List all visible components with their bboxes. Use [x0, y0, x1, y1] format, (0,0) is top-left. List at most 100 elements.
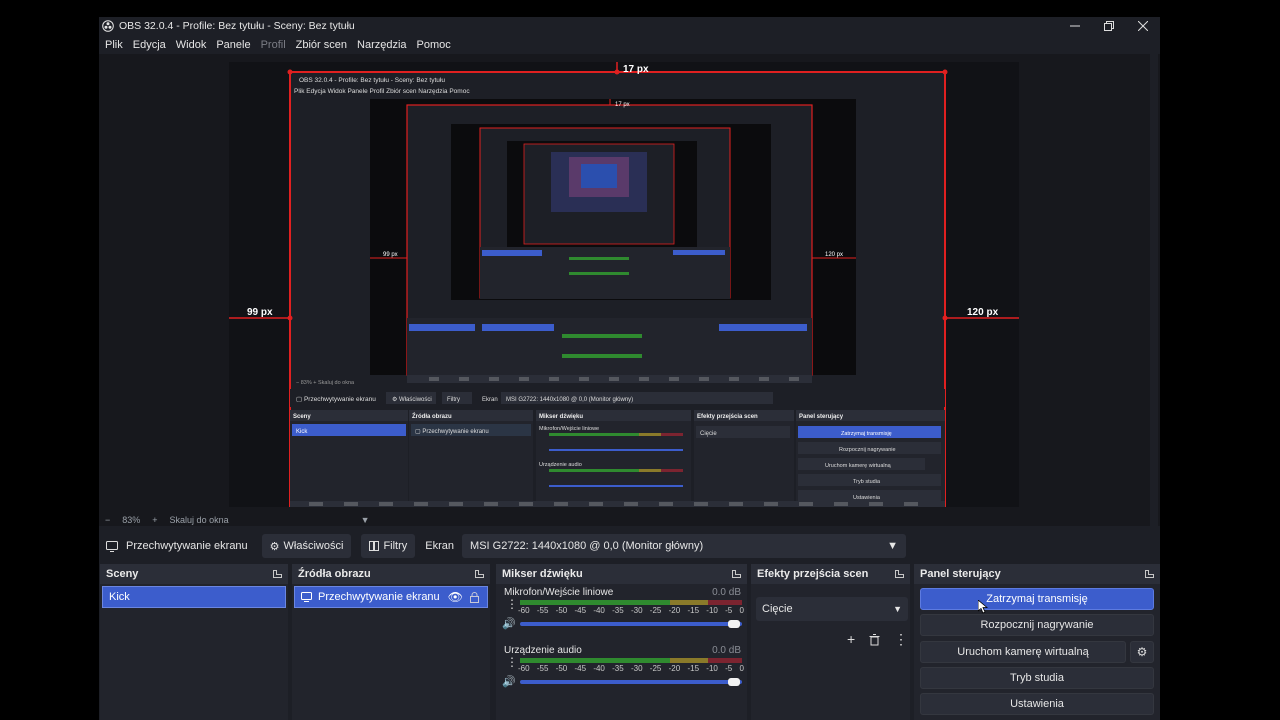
virtual-camera-button[interactable]: Uruchom kamerę wirtualną	[920, 641, 1126, 663]
channel-menu-icon[interactable]: ⋮	[506, 597, 518, 611]
inner-title: OBS 32.0.4 - Profile: Bez tytułu - Sceny…	[299, 77, 445, 84]
guide-left-label: 99 px	[247, 307, 273, 318]
svg-text:Ekran: Ekran	[482, 397, 498, 403]
zoom-in-button[interactable]: +	[152, 515, 157, 525]
zoom-level: 83%	[122, 515, 141, 525]
gear-icon: ⚙	[269, 540, 280, 553]
monitor-icon	[301, 592, 312, 602]
screen-select-value: MSI G2722: 1440x1080 @ 0,0 (Monitor głów…	[470, 540, 704, 552]
transitions-dock-header: Efekty przejścia scen	[751, 564, 910, 584]
title-bar: OBS 32.0.4 - Profile: Bez tytułu - Sceny…	[99, 17, 1160, 35]
transition-select[interactable]: Cięcie ▼	[756, 597, 908, 621]
svg-text:⚙ Właściwości: ⚙ Właściwości	[392, 396, 432, 403]
inner-menu: Plik Edycja Widok Panele Profil Zbiór sc…	[294, 88, 470, 95]
zoom-dropdown-icon[interactable]: ▼	[361, 515, 370, 525]
volume-slider-handle[interactable]	[728, 678, 740, 686]
more-options-icon[interactable]: ⋮	[894, 631, 908, 648]
visibility-eye-icon[interactable]: 👁	[448, 590, 463, 604]
speaker-icon[interactable]: 🔊	[502, 675, 516, 688]
studio-mode-label: Tryb studia	[1009, 672, 1064, 684]
volume-slider-handle[interactable]	[728, 620, 740, 628]
menu-tools[interactable]: Narzędzia	[357, 39, 407, 51]
channel-menu-icon[interactable]: ⋮	[506, 655, 518, 669]
undock-icon[interactable]	[732, 570, 741, 578]
zoom-out-button[interactable]: −	[105, 515, 110, 525]
current-source: Przechwytywanie ekranu	[106, 540, 248, 552]
add-icon[interactable]: +	[847, 631, 855, 647]
settings-label: Ustawienia	[1010, 698, 1064, 710]
transition-select-value: Cięcie	[762, 603, 793, 615]
svg-text:Źródła obrazu: Źródła obrazu	[412, 412, 452, 420]
preview-scrollbar[interactable]	[1150, 54, 1158, 526]
start-recording-label: Rozpocznij nagrywanie	[980, 619, 1094, 631]
screen-select[interactable]: MSI G2722: 1440x1080 @ 0,0 (Monitor głów…	[462, 534, 907, 558]
menu-bar: Plik Edycja Widok Panele Profil Zbiór sc…	[99, 36, 461, 54]
audio-mixer-dock: Mikser dźwięku Mikrofon/Wejście liniowe …	[496, 564, 747, 720]
undock-icon[interactable]	[1145, 570, 1154, 578]
svg-text:Ustawienia: Ustawienia	[853, 495, 881, 501]
virtual-camera-label: Uruchom kamerę wirtualną	[957, 646, 1089, 658]
scene-item-kick[interactable]: Kick	[102, 586, 286, 608]
scenes-dock: Sceny Kick	[100, 564, 288, 720]
scenes-dock-title: Sceny	[106, 568, 139, 580]
minimize-icon	[1070, 25, 1080, 27]
virtual-camera-settings-button[interactable]: ⚙	[1130, 641, 1154, 663]
lock-icon[interactable]	[470, 591, 479, 603]
preview-area[interactable]: OBS 32.0.4 - Profile: Bez tytułu - Sceny…	[99, 54, 1160, 526]
zoom-fit-label[interactable]: Skaluj do okna	[170, 515, 229, 525]
svg-text:MSI G2722: 1440x1080 @ 0,0 (Mo: MSI G2722: 1440x1080 @ 0,0 (Monitor głów…	[506, 397, 633, 403]
meter-scale: -60 -55 -50 -45 -40 -35 -30 -25 -20 -15 -10 -5 0	[518, 664, 744, 673]
source-item-label: Przechwytywanie ekranu	[318, 591, 440, 603]
start-recording-button[interactable]: Rozpocznij nagrywanie	[920, 614, 1154, 636]
minimize-button[interactable]	[1058, 17, 1092, 35]
filters-button[interactable]: Filtry	[361, 534, 416, 558]
monitor-icon	[106, 540, 118, 552]
channel-db: 0.0 dB	[712, 587, 741, 598]
trash-icon[interactable]	[869, 634, 880, 646]
restore-button[interactable]	[1092, 17, 1126, 35]
transitions-dock-title: Efekty przejścia scen	[757, 568, 869, 580]
volume-slider[interactable]	[520, 680, 742, 684]
svg-text:99 px: 99 px	[383, 252, 398, 258]
sources-dock: Źródła obrazu Przechwytywanie ekranu 👁	[292, 564, 490, 720]
preview-canvas[interactable]: OBS 32.0.4 - Profile: Bez tytułu - Sceny…	[229, 62, 1019, 507]
scenes-dock-header: Sceny	[100, 564, 288, 584]
undock-icon[interactable]	[475, 570, 484, 578]
chevron-down-icon: ▼	[893, 604, 902, 614]
studio-mode-button[interactable]: Tryb studia	[920, 667, 1154, 689]
undock-icon[interactable]	[895, 570, 904, 578]
svg-text:Sceny: Sceny	[293, 414, 311, 420]
menu-scene-collection[interactable]: Zbiór scen	[296, 39, 347, 51]
settings-button[interactable]: Ustawienia	[920, 693, 1154, 715]
close-icon	[1138, 21, 1148, 31]
svg-text:▢ Przechwytywanie ekranu: ▢ Przechwytywanie ekranu	[296, 396, 376, 403]
menu-profile[interactable]: Profil	[261, 39, 286, 51]
svg-text:Filtry: Filtry	[447, 397, 460, 403]
menu-file[interactable]: Plik	[105, 39, 123, 51]
filter-icon	[369, 541, 380, 551]
speaker-icon[interactable]: 🔊	[502, 617, 516, 630]
svg-text:Urządzenie audio: Urządzenie audio	[539, 462, 582, 468]
menu-edit[interactable]: Edycja	[133, 39, 166, 51]
svg-text:− 83% + Skaluj do okna: − 83% + Skaluj do okna	[296, 380, 355, 386]
svg-text:Efekty przejścia scen: Efekty przejścia scen	[697, 414, 758, 420]
svg-text:Kick: Kick	[296, 429, 308, 435]
menu-help[interactable]: Pomoc	[417, 39, 451, 51]
properties-button[interactable]: ⚙ Właściwości	[261, 534, 352, 558]
controls-dock-header: Panel sterujący	[914, 564, 1160, 584]
svg-text:Tryb studia: Tryb studia	[853, 479, 881, 485]
screen-label: Ekran	[425, 540, 455, 552]
svg-text:120 px: 120 px	[825, 252, 843, 258]
svg-text:Mikser dźwięku: Mikser dźwięku	[539, 414, 583, 420]
svg-text:Cięcie: Cięcie	[700, 431, 717, 437]
svg-text:▢ Przechwytywanie ekranu: ▢ Przechwytywanie ekranu	[415, 429, 489, 435]
filters-label: Filtry	[383, 540, 408, 552]
stop-stream-button[interactable]: Zatrzymaj transmisję	[920, 588, 1154, 610]
menu-view[interactable]: Widok	[176, 39, 207, 51]
source-toolbar: Przechwytywanie ekranu ⚙ Właściwości Fil…	[99, 531, 1160, 561]
source-item-screen-capture[interactable]: Przechwytywanie ekranu 👁	[294, 586, 488, 608]
close-button[interactable]	[1126, 17, 1160, 35]
menu-docks[interactable]: Panele	[216, 39, 250, 51]
volume-slider[interactable]	[520, 622, 742, 626]
undock-icon[interactable]	[273, 570, 282, 578]
